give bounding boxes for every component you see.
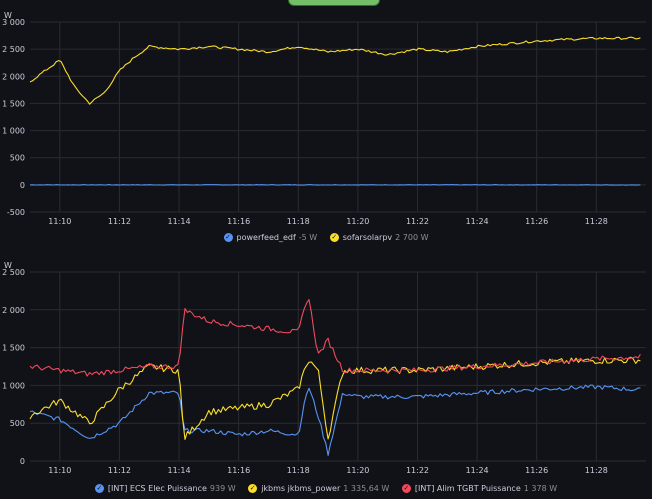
chart-2-legend: ✓ [INT] ECS Elec Puissance 939 W ✓ jkbms… [0,483,652,493]
chart-1: W3 0002 5002 0001 5001 0005000-50011:10 1… [2,11,646,226]
legend-item-jkbms[interactable]: ✓ jkbms jkbms_power 1 335,64 W [248,483,390,493]
x-tick-label: 11:26 [525,466,548,475]
x-tick-label: 11:24 [466,217,489,226]
chart-1-legend: ✓ powerfeed_edf -5 W ✓ sofarsolarpv 2 70… [0,232,652,242]
legend-value: 1 335,64 W [343,483,390,493]
y-tick-label: 1 500 [2,99,25,108]
y-tick-label: 1 500 [2,344,25,353]
legend-label: [INT] ECS Elec Puissance [107,483,207,493]
legend-label: sofarsolarpv [342,232,393,242]
x-tick-label: 11:14 [168,466,191,475]
x-tick-label: 11:10 [48,466,71,475]
y-tick-label: 0 [20,457,25,466]
chart-2: W2 5002 0001 5001 000500011:10 11:12 11:14… [2,261,646,475]
x-tick-label: 11:14 [168,217,191,226]
series-line-1 [29,356,641,440]
check-icon: ✓ [401,483,411,493]
series-line-0 [29,384,641,456]
x-tick-label: 11:28 [585,466,608,475]
y-tick-label: 500 [10,419,25,428]
series-line-2 [29,299,641,377]
x-tick-label: 11:26 [525,217,548,226]
check-icon: ✓ [94,483,104,493]
legend-value: 939 W [209,483,236,493]
y-tick-label: -500 [7,208,25,217]
series-line-0 [29,184,641,186]
legend-label: [INT] Alim TGBT Puissance [414,483,521,493]
x-tick-label: 11:12 [108,217,131,226]
chart-panel-1: W3 000 2 500 2 000 1 500 1 000 500 0 -500 11:10 1… [0,0,652,250]
y-tick-label: 2 000 [2,306,25,315]
x-tick-label: 11:22 [406,217,429,226]
y-tick-label: 2 000 [2,72,25,81]
x-tick-label: 11:20 [346,466,369,475]
y-tick-label: 1 000 [2,381,25,390]
chart-panel-2: W2 500 2 000 1 500 1 000 500 0 11:10 11:12 11:14… [0,256,652,499]
check-icon: ✓ [329,232,339,242]
legend-item-ecs[interactable]: ✓ [INT] ECS Elec Puissance 939 W [94,483,236,493]
legend-value: 2 700 W [395,232,429,242]
y-tick-label: 2 500 [2,45,25,54]
x-tick-label: 11:18 [287,217,310,226]
check-icon: ✓ [248,483,258,493]
x-tick-label: 11:12 [108,466,131,475]
y-tick-label: 3 000 [2,18,25,27]
x-tick-label: 11:24 [466,466,489,475]
x-tick-label: 11:16 [227,466,250,475]
x-tick-label: 11:10 [48,217,71,226]
y-tick-label: 2 500 [2,268,25,277]
x-tick-label: 11:28 [585,217,608,226]
y-tick-label: 500 [10,154,25,163]
y-tick-label: 1 000 [2,127,25,136]
legend-item-powerfeed[interactable]: ✓ powerfeed_edf -5 W [223,232,318,242]
x-tick-label: 11:22 [406,466,429,475]
x-tick-label: 11:20 [346,217,369,226]
x-tick-label: 11:18 [287,466,310,475]
x-tick-label: 11:16 [227,217,250,226]
legend-label: jkbms jkbms_power [261,483,341,493]
legend-value: 1 378 W [523,483,558,493]
legend-item-sofarsolarpv[interactable]: ✓ sofarsolarpv 2 700 W [329,232,429,242]
legend-value: -5 W [298,232,318,242]
series-line-1 [29,36,641,105]
check-icon: ✓ [223,232,233,242]
legend-item-tgbt[interactable]: ✓ [INT] Alim TGBT Puissance 1 378 W [401,483,558,493]
y-tick-label: 0 [20,181,25,190]
legend-label: powerfeed_edf [236,232,296,242]
